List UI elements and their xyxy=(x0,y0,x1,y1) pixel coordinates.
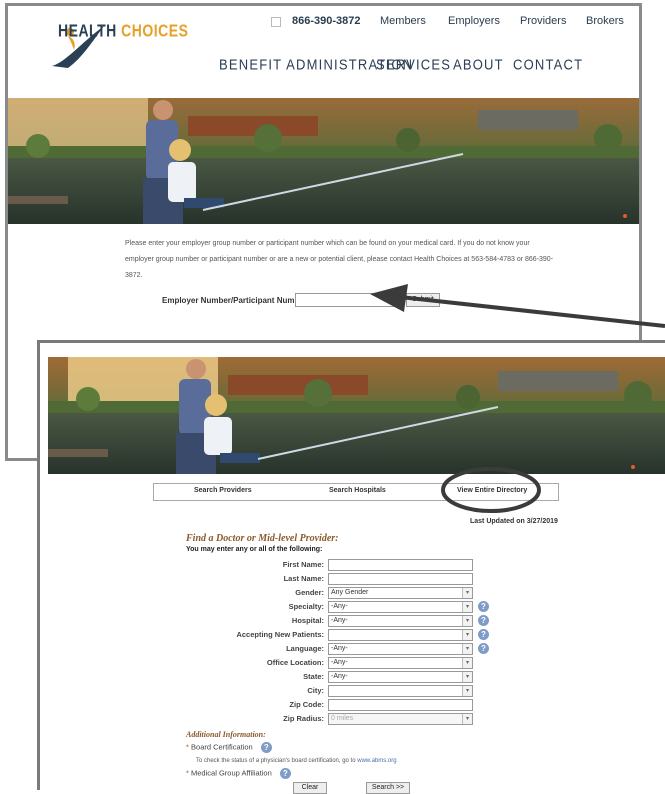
office-location-value: -Any- xyxy=(331,659,348,666)
zip-code-label: Zip Code: xyxy=(289,700,324,709)
gender-value: Any Gender xyxy=(331,589,369,596)
chevron-down-icon: ▾ xyxy=(462,686,472,696)
specialty-help-icon[interactable]: ? xyxy=(478,601,489,612)
find-provider-subtitle: You may enter any or all of the followin… xyxy=(186,546,323,553)
hero-photo-illustration-2 xyxy=(48,357,665,474)
zip-radius-select[interactable]: 0 miles ▾ xyxy=(328,713,473,725)
logo-text-accent: CHOICES xyxy=(121,20,189,40)
language-select[interactable]: -Any- ▾ xyxy=(328,643,473,655)
office-location-label: Office Location: xyxy=(266,658,324,667)
city-label: City: xyxy=(307,686,324,695)
specialty-label: Specialty: xyxy=(288,602,324,611)
field-office-location: Office Location: -Any- ▾ xyxy=(186,657,526,669)
nav-contact[interactable]: CONTACT xyxy=(513,56,583,73)
directory-tabs: Search Providers Search Hospitals View E… xyxy=(153,483,559,501)
field-zip-code: Zip Code: xyxy=(186,699,526,711)
specialty-value: -Any- xyxy=(331,603,348,610)
field-state: State: -Any- ▾ xyxy=(186,671,526,683)
accepting-help-icon[interactable]: ? xyxy=(478,629,489,640)
tab-search-hospitals[interactable]: Search Hospitals xyxy=(329,487,386,494)
zip-radius-label: Zip Radius: xyxy=(283,714,324,723)
nav-services[interactable]: SERVICES xyxy=(376,56,451,73)
chevron-down-icon: ▾ xyxy=(462,602,472,612)
employer-number-input[interactable] xyxy=(295,293,403,307)
specialty-select[interactable]: -Any- ▾ xyxy=(328,601,473,613)
board-note-text: To check the status of a physician's boa… xyxy=(196,758,358,764)
board-certification-help-icon[interactable]: ? xyxy=(260,742,272,753)
hospital-select[interactable]: -Any- ▾ xyxy=(328,615,473,627)
search-button[interactable]: Search >> xyxy=(366,782,410,794)
find-provider-title: Find a Doctor or Mid-level Provider: xyxy=(186,533,339,544)
last-name-label: Last Name: xyxy=(283,574,324,583)
abms-link[interactable]: www.abms.org xyxy=(357,758,396,764)
chevron-down-icon: ▾ xyxy=(462,588,472,598)
chevron-down-icon: ▾ xyxy=(462,672,472,682)
top-link-providers[interactable]: Providers xyxy=(520,15,566,27)
provider-directory-screenshot: Search Providers Search Hospitals View E… xyxy=(37,340,665,794)
chevron-down-icon: ▾ xyxy=(462,658,472,668)
submit-button[interactable]: Submit xyxy=(406,293,440,307)
logo-text-main: HEALTH xyxy=(58,20,122,40)
chevron-down-icon: ▾ xyxy=(462,630,472,640)
medical-group-help-icon[interactable]: ? xyxy=(279,768,291,779)
medical-group-label[interactable]: Medical Group Affiliation xyxy=(191,768,272,777)
field-language: Language: -Any- ▾ ? xyxy=(186,643,526,655)
top-link-employers[interactable]: Employers xyxy=(448,15,500,27)
chevron-down-icon: ▾ xyxy=(462,644,472,654)
board-certification-item: * Board Certification ? xyxy=(186,742,272,753)
tab-view-entire-directory[interactable]: View Entire Directory xyxy=(457,487,527,494)
chevron-down-icon: ▾ xyxy=(462,616,472,626)
hero-banner-fishing-2 xyxy=(48,357,665,474)
board-certification-label[interactable]: Board Certification xyxy=(191,742,253,751)
city-select[interactable]: ▾ xyxy=(328,685,473,697)
field-last-name: Last Name: xyxy=(186,573,526,585)
field-zip-radius: Zip Radius: 0 miles ▾ xyxy=(186,713,526,725)
state-value: -Any- xyxy=(331,673,348,680)
state-label: State: xyxy=(303,672,324,681)
accepting-new-patients-select[interactable]: ▾ xyxy=(328,629,473,641)
first-name-input[interactable] xyxy=(328,559,473,571)
field-first-name: First Name: xyxy=(186,559,526,571)
logo-text: HEALTH CHOICES xyxy=(58,20,188,40)
board-certification-note: To check the status of a physician's boa… xyxy=(196,758,397,764)
top-link-members[interactable]: Members xyxy=(380,15,426,27)
medical-group-item: * Medical Group Affiliation ? xyxy=(186,768,291,779)
accepting-new-patients-label: Accepting New Patients: xyxy=(236,630,324,639)
hospital-value: -Any- xyxy=(331,617,348,624)
field-accepting-new-patients: Accepting New Patients: ▾ ? xyxy=(186,629,526,641)
phone-checkbox[interactable] xyxy=(271,17,281,27)
language-help-icon[interactable]: ? xyxy=(478,643,489,654)
hero-banner-fishing xyxy=(8,98,639,224)
additional-info-title: Additional Information: xyxy=(186,730,266,739)
state-select[interactable]: -Any- ▾ xyxy=(328,671,473,683)
hero-photo-illustration xyxy=(8,98,639,224)
zip-radius-value: 0 miles xyxy=(331,715,354,722)
hospital-label: Hospital: xyxy=(291,616,324,625)
bullet-icon: * xyxy=(186,742,189,752)
hospital-help-icon[interactable]: ? xyxy=(478,615,489,626)
last-name-input[interactable] xyxy=(328,573,473,585)
field-gender: Gender: Any Gender ▾ xyxy=(186,587,526,599)
field-city: City: ▾ xyxy=(186,685,526,697)
phone-number[interactable]: 866-390-3872 xyxy=(292,15,361,27)
gender-select[interactable]: Any Gender ▾ xyxy=(328,587,473,599)
nav-about[interactable]: ABOUT xyxy=(453,56,504,73)
zip-code-input[interactable] xyxy=(328,699,473,711)
language-label: Language: xyxy=(286,644,324,653)
language-value: -Any- xyxy=(331,645,348,652)
field-hospital: Hospital: -Any- ▾ ? xyxy=(186,615,526,627)
bullet-icon: * xyxy=(186,768,189,778)
clear-button[interactable]: Clear xyxy=(293,782,327,794)
field-specialty: Specialty: -Any- ▾ ? xyxy=(186,601,526,613)
employer-instructions: Please enter your employer group number … xyxy=(125,240,554,279)
office-location-select[interactable]: -Any- ▾ xyxy=(328,657,473,669)
first-name-label: First Name: xyxy=(282,560,324,569)
gender-label: Gender: xyxy=(295,588,324,597)
chevron-down-icon: ▾ xyxy=(462,714,472,724)
last-updated: Last Updated on 3/27/2019 xyxy=(470,518,558,525)
tab-search-providers[interactable]: Search Providers xyxy=(194,487,252,494)
employer-number-label: Employer Number/Participant Number: xyxy=(162,296,310,305)
top-link-brokers[interactable]: Brokers xyxy=(586,15,624,27)
